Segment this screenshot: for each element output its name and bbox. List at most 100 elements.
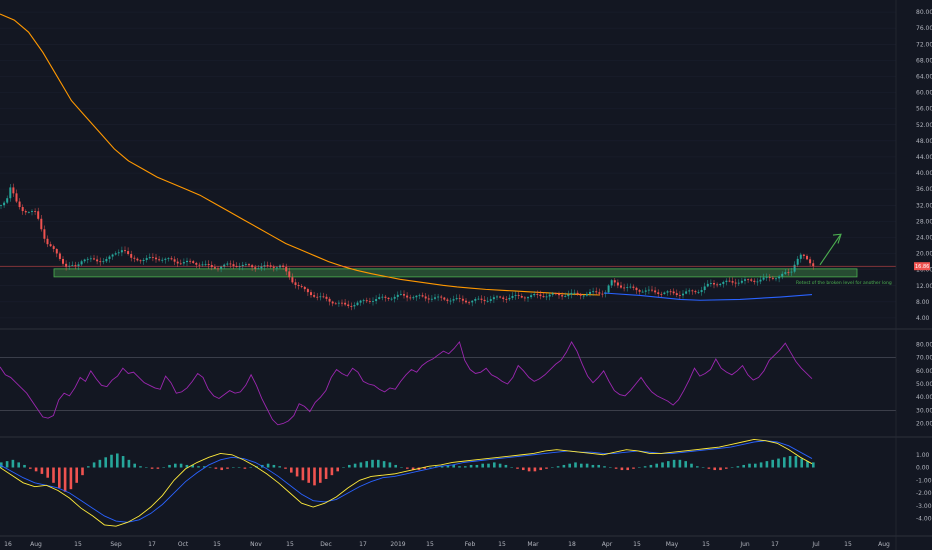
candle-body [616,282,619,286]
candle-body [127,251,130,255]
macd-bar [649,464,653,468]
candle-body [238,266,241,268]
time-tick-label: 17 [148,541,156,548]
time-axis[interactable]: 16 Aug 15 Sep 17 Oct 15 Nov 15 Dec 17 2019 15 Feb 15 Ma… [4,541,890,548]
macd-bar [620,467,624,471]
macd-bar [40,467,44,474]
candle-body [595,291,598,293]
time-tick-label: Apr [602,541,613,548]
macd-axis[interactable]: 1.00 0.00 -1.00 -2.00 -3.00 -4.00 [916,452,932,523]
time-tick-label: 15 [633,541,641,548]
candle-body [344,302,347,305]
candle-body [300,286,303,287]
candle-body [213,267,216,269]
time-tick-label: Mar [527,541,539,548]
candle-body [520,295,523,298]
candle-body [272,266,275,268]
candle-body [793,264,796,272]
candle-body [136,258,139,261]
candle-body [647,289,650,291]
macd-bar [498,463,502,468]
time-tick-label: 15 [426,541,434,548]
candle-body [387,297,390,299]
candle-body [254,267,257,269]
macd-bar [661,462,664,468]
candle-body [96,259,99,262]
price-tick-label: 8.00 [916,299,930,306]
candle-body [294,282,297,285]
candle-body [486,300,489,302]
time-tick-label: Nov [250,541,262,548]
candle-body [511,296,514,298]
candle-body [620,285,622,288]
macd-bar [551,467,554,469]
macd-bar [324,467,328,479]
candle-body [133,257,136,259]
macd-bar [46,467,49,478]
rsi-axis[interactable]: 80.00 70.00 60.00 50.00 40.00 30.00 20.00 [916,342,932,428]
macd-bar [713,467,716,471]
macd-bar [388,462,392,468]
candle-body [142,259,145,262]
macd-bar [23,464,26,468]
candle-body [678,295,681,296]
candle-body [399,294,402,295]
candle-body [731,281,734,283]
macd-bar [319,467,322,483]
candle-body [750,279,753,281]
candle-body [468,302,471,304]
candle-body [706,283,709,287]
candle-body [508,297,511,300]
candle-body [182,262,185,264]
moving-average-path [0,13,601,296]
price-tick-label: 56.00 [916,106,932,113]
candle-body [610,280,613,286]
macd-bar [539,467,542,471]
chart-canvas[interactable]: Retest of the broken level for another l… [0,0,932,550]
candle-body [313,295,316,297]
macd-bar [75,467,78,483]
candle-body [15,193,18,202]
candle-body [480,298,483,300]
macd-bar [574,462,577,468]
macd-bar [475,464,479,468]
macd-bar [458,466,461,468]
candle-body [198,264,201,266]
macd-bar [382,461,386,468]
macd-bar [162,467,165,469]
candle-body [725,280,728,282]
candle-body [421,295,424,297]
macd-histogram [0,453,815,492]
candle-body [576,292,579,295]
candle-body [554,293,557,295]
candle-body [499,296,502,298]
macd-bar [736,466,740,468]
macd-lines [0,438,813,527]
price-tick-label: 72.00 [916,41,932,48]
macd-bar [295,467,299,477]
macd-bar [359,462,363,468]
candle-body [740,280,743,283]
time-tick-label: Oct [178,541,189,548]
up-arrow-icon [819,233,842,266]
candle-body [89,258,92,260]
candle-body [663,292,666,294]
price-axis[interactable]: 80.00 76.00 72.00 68.00 64.00 60.00 56.00 52.00… [916,9,932,322]
macd-bar [522,467,525,471]
macd-bar [591,464,595,468]
candle-body [62,258,64,264]
candle-body [266,265,269,267]
candle-body [796,258,799,265]
candle-body [598,292,601,294]
macd-line [0,438,813,527]
candle-body [58,253,61,259]
macd-bar [777,458,780,468]
candle-body [517,295,520,296]
macd-bar [63,467,67,492]
candle-body [80,261,83,265]
candle-body [120,250,123,253]
candle-body [722,281,725,284]
candle-body [359,300,362,303]
macd-bar [34,467,38,472]
candle-body [455,298,458,300]
